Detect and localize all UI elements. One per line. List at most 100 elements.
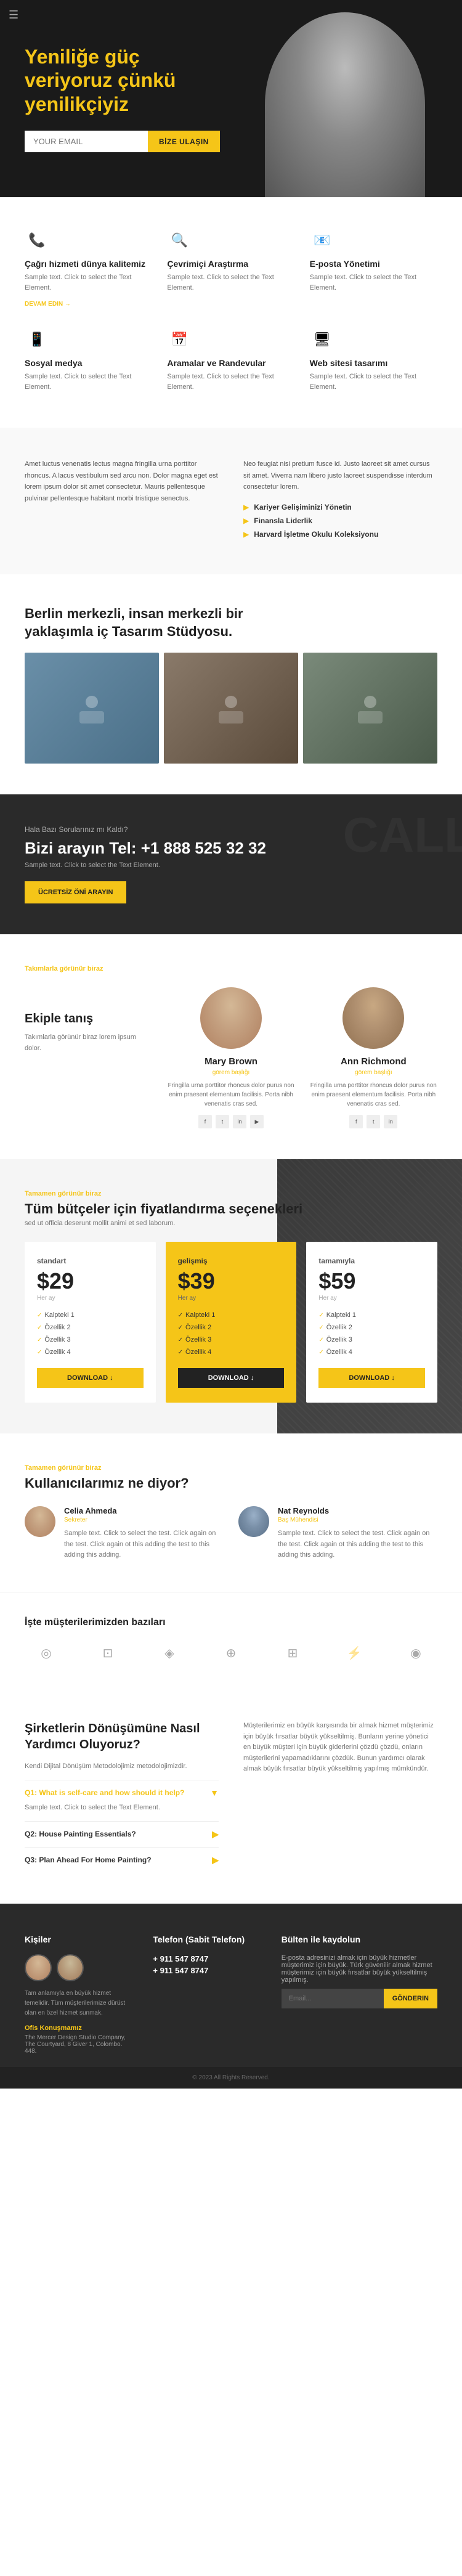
footer-newsletter-input[interactable] [282, 1989, 384, 2008]
service-text-4: Sample text. Click to select the Text El… [25, 372, 152, 392]
pricing-grid: standart $29 Her ay ✓Kalpteki 1 ✓Özellik… [25, 1242, 437, 1403]
faq-item-2[interactable]: Q2: House Painting Essentials? ▶ [25, 1821, 219, 1847]
services-section: 📞 Çağrı hizmeti dünya kalitemiz Sample t… [0, 197, 462, 428]
studio-title: Berlin merkezli, insan merkezli bir yakl… [25, 605, 308, 640]
pricing-period-complete: Her ay [318, 1295, 425, 1302]
faq-chevron-3: ▶ [212, 1855, 219, 1865]
clients-section: İşte müşterilerimizden bazıları ◎ ⊡ ◈ ⊕ … [0, 1592, 462, 1690]
social-in-mary[interactable]: in [233, 1115, 246, 1128]
pricing-price-complete: $59 [318, 1270, 425, 1292]
testimonial-text-celia: Sample text. Click to select the test. C… [64, 1528, 224, 1561]
studio-gallery [25, 653, 437, 764]
pricing-btn-complete[interactable]: Download ↓ [318, 1368, 425, 1388]
course-item-1[interactable]: ▶ Kariyer Gelişiminizi Yönetin [243, 503, 437, 512]
service-text-2: Sample text. Click to select the Text El… [167, 272, 294, 293]
faq-section: Şirketlerin Dönüşümüne Nasıl Yardımcı Ol… [0, 1690, 462, 1904]
footer-phone-1: + 911 547 8747 [153, 1954, 262, 1963]
pricing-price-advanced: $39 [178, 1270, 285, 1292]
social-yt-mary[interactable]: ▶ [250, 1115, 264, 1128]
faq-chevron-2: ▶ [212, 1829, 219, 1840]
footer-avatar-1 [25, 1954, 52, 1981]
testimonial-name-celia: Celia Ahmeda [64, 1506, 224, 1515]
client-logo-1: ◎ [25, 1641, 68, 1665]
service-text-3: Sample text. Click to select the Text El… [310, 272, 437, 293]
pricing-subtitle: Tamamen görünür biraz [25, 1190, 437, 1197]
testimonial-role-nat: Baş Mühendisi [278, 1517, 437, 1523]
service-item-3: 📧 E-posta Yönetimi Sample text. Click to… [310, 228, 437, 309]
course-label-1: Kariyer Gelişiminizi Yönetin [254, 503, 352, 512]
service-icon-6: 🖥 [310, 327, 334, 352]
client-shape-1: ◎ [41, 1645, 51, 1661]
client-shape-3: ◈ [164, 1645, 174, 1661]
faq-item-3[interactable]: Q3: Plan Ahead For Home Painting? ▶ [25, 1847, 219, 1873]
footer-newsletter-title: Bülten ile kaydolun [282, 1934, 437, 1944]
about-right-text: Neo feugiat nisi pretium fusce id. Justo… [243, 459, 437, 493]
testimonial-content-nat: Nat Reynolds Baş Mühendisi Sample text. … [278, 1506, 437, 1561]
cta-call-button[interactable]: ÜCRETSİZ ÖNİ ARAYIN [25, 881, 126, 903]
team-card-ann: Ann Richmond görem başlığı Fringilla urn… [310, 987, 437, 1128]
pricing-period-advanced: Her ay [178, 1295, 285, 1302]
social-fb-ann[interactable]: f [349, 1115, 363, 1128]
footer-people-title: Kişiler [25, 1934, 134, 1944]
course-item-2[interactable]: ▶ Finansla Liderlik [243, 516, 437, 525]
testimonial-content-celia: Celia Ahmeda Sekreter Sample text. Click… [64, 1506, 224, 1561]
testimonial-name-nat: Nat Reynolds [278, 1506, 437, 1515]
faq-left: Şirketlerin Dönüşümüne Nasıl Yardımcı Ol… [25, 1721, 219, 1873]
faq-chevron-1: ▼ [210, 1788, 219, 1798]
pricing-feat-a2: ✓Özellik 2 [178, 1324, 285, 1331]
social-tw-mary[interactable]: t [216, 1115, 229, 1128]
pricing-feat-s3: ✓Özellik 3 [37, 1336, 144, 1343]
footer-bottom: © 2023 All Rights Reserved. [0, 2067, 462, 2089]
testimonials-section: Tamamen görünür biraz Kullanıcılarımız n… [0, 1433, 462, 1592]
footer-newsletter-label: E-posta adresinizi almak için büyük hizm… [282, 1954, 437, 1984]
footer-phone-title: Telefon (Sabit Telefon) [153, 1934, 262, 1944]
client-shape-4: ⊕ [226, 1645, 237, 1661]
team-socials-ann: f t in [310, 1115, 437, 1128]
hero-form: BİZE ULAŞIN [25, 131, 220, 152]
hero-cta-button[interactable]: BİZE ULAŞIN [148, 131, 220, 152]
service-title-4: Sosyal medya [25, 358, 152, 368]
studio-image-1 [25, 653, 159, 764]
hero-section: Yeniliğe güç veriyoruz çünkü yenilikçiyi… [0, 0, 462, 197]
faq-right: Müşterilerimiz en büyük karşısında bir a… [243, 1721, 437, 1873]
service-link-1[interactable]: DEVAM EDIN → [25, 301, 71, 308]
hero-person-shape [265, 12, 425, 197]
pricing-section: Tamamen görünür biraz Tüm bütçeler için … [0, 1159, 462, 1433]
service-title-2: Çevrimiçi Araştırma [167, 259, 294, 269]
about-section: Amet luctus venenatis lectus magna fring… [0, 428, 462, 574]
hero-title: Yeniliğe güç veriyoruz çünkü yenilikçiyi… [25, 45, 220, 116]
pricing-feat-s2: ✓Özellik 2 [37, 1324, 144, 1331]
client-shape-7: ◉ [410, 1645, 421, 1661]
faq-answer-1: Sample text. Click to select the Text El… [25, 1803, 219, 1814]
team-header: Takımlarla görünür biraz [25, 965, 437, 972]
arrow-icon-2: ▶ [243, 516, 249, 525]
footer-newsletter-button[interactable]: GÖNDERIN [384, 1989, 437, 2008]
hero-image [240, 0, 462, 197]
pricing-feat-s1: ✓Kalpteki 1 [37, 1311, 144, 1319]
team-grid: Ekiple tanış Takımlarla görünür biraz lo… [25, 987, 437, 1128]
course-item-3[interactable]: ▶ Harvard İşletme Okulu Koleksiyonu [243, 530, 437, 539]
team-name-ann: Ann Richmond [310, 1056, 437, 1067]
social-fb-mary[interactable]: f [198, 1115, 212, 1128]
pricing-period-standard: Her ay [37, 1295, 144, 1302]
testimonial-role-celia: Sekreter [64, 1517, 224, 1523]
pricing-btn-advanced[interactable]: Download ↓ [178, 1368, 285, 1388]
footer-people-text: Tam anlamıyla en büyük hizmet temelidir.… [25, 1989, 134, 2018]
studio-image-2 [164, 653, 298, 764]
testimonials-grid: Celia Ahmeda Sekreter Sample text. Click… [25, 1506, 437, 1561]
pricing-btn-standard[interactable]: Download ↓ [37, 1368, 144, 1388]
footer-address-text: The Mercer Design Studio Company, The Co… [25, 2034, 134, 2055]
hero-email-input[interactable] [25, 131, 148, 152]
footer-address-block: Ofis Konuşmamız The Mercer Design Studio… [25, 2024, 134, 2055]
service-item-1: 📞 Çağrı hizmeti dünya kalitemiz Sample t… [25, 228, 152, 309]
faq-item-1[interactable]: Q1: What is self-care and how should it … [25, 1780, 219, 1821]
client-logo-4: ⊕ [209, 1641, 253, 1665]
pricing-plan-complete: tamamıyla [318, 1257, 425, 1265]
social-in-ann[interactable]: in [384, 1115, 397, 1128]
faq-description: Kendi Dijital Dönüşüm Metodolojimiz meto… [25, 1763, 219, 1770]
social-tw-ann[interactable]: t [367, 1115, 380, 1128]
service-title-1: Çağrı hizmeti dünya kalitemiz [25, 259, 152, 269]
menu-icon[interactable]: ☰ [9, 9, 18, 22]
team-avatar-ann [342, 987, 404, 1049]
faq-question-1: Q1: What is self-care and how should it … [25, 1788, 219, 1798]
